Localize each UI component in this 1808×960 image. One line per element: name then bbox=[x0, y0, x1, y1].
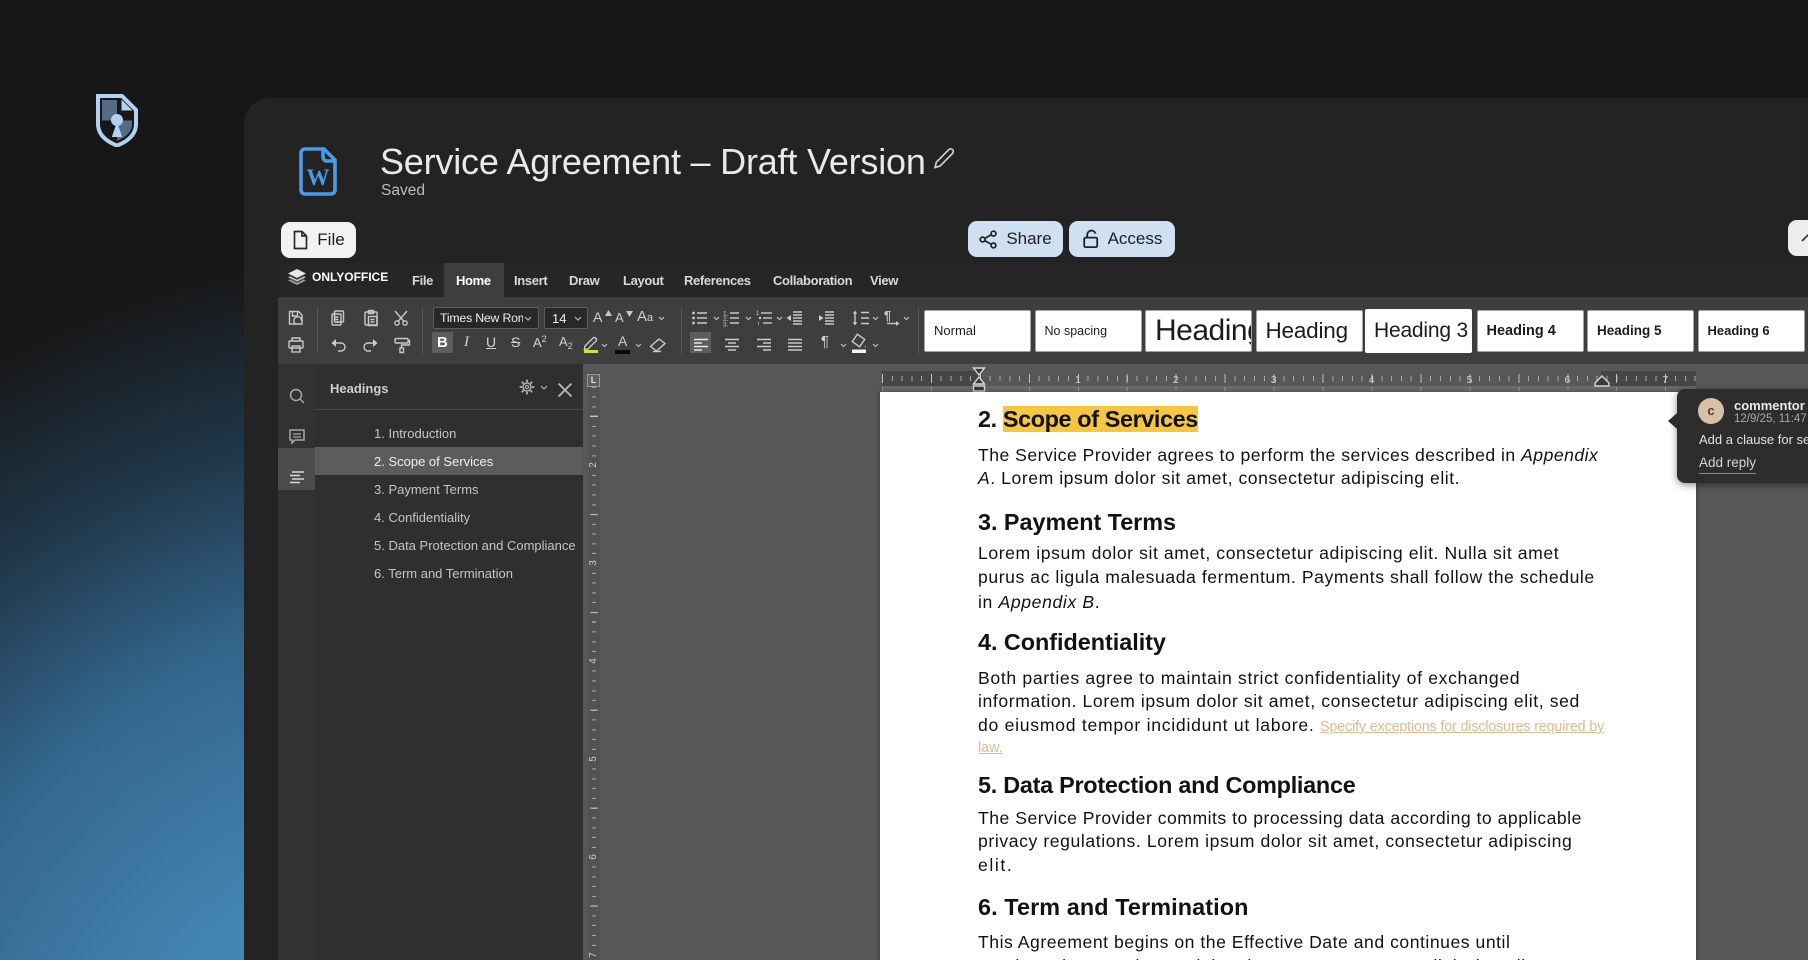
svg-text:1: 1 bbox=[756, 311, 760, 317]
svg-text:3.: 3. bbox=[723, 322, 729, 329]
svg-text:¶: ¶ bbox=[884, 308, 891, 323]
svg-text:i: i bbox=[758, 322, 759, 328]
svg-text:W: W bbox=[307, 165, 330, 190]
